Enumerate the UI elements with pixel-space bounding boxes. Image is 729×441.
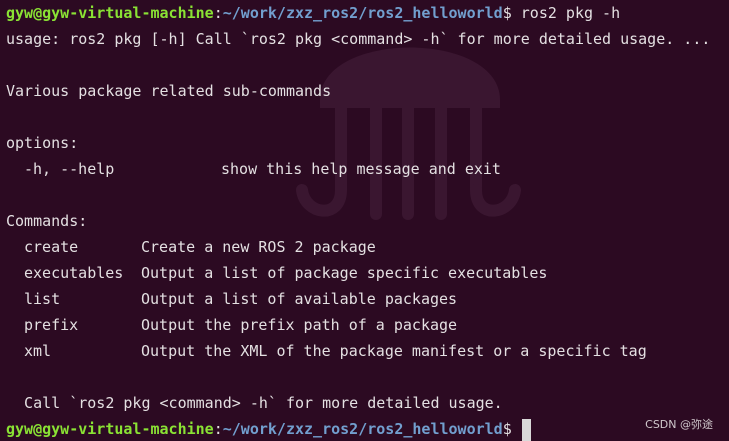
- csdn-watermark: CSDN @弥途: [645, 418, 713, 431]
- description-line: Various package related sub-commands: [6, 82, 332, 100]
- command-row: executables Output a list of package spec…: [6, 260, 729, 286]
- command-name: create: [24, 238, 79, 256]
- command-row: prefix Output the prefix path of a packag…: [6, 312, 729, 338]
- command-row: list Output a list of available packages: [6, 286, 729, 312]
- command-text: Create a new ROS 2 package: [141, 238, 376, 256]
- option-flag: -h, --help: [24, 160, 115, 178]
- option-row: -h, --help show this help message and exi…: [6, 156, 729, 182]
- command-name: list: [24, 290, 61, 308]
- terminal-output: gyw@gyw-virtual-machine:~/work/zxz_ros2/…: [6, 0, 729, 441]
- prompt-user-host: gyw@gyw-virtual-machine: [6, 4, 214, 22]
- options-heading: options:: [6, 134, 79, 152]
- prompt-path: ~/work/zxz_ros2/ros2_helloworld: [222, 4, 503, 22]
- option-text: show this help message and exit: [221, 160, 501, 178]
- prompt-line: gyw@gyw-virtual-machine:~/work/zxz_ros2/…: [6, 0, 729, 26]
- prompt-user-host: gyw@gyw-virtual-machine: [6, 420, 214, 438]
- commands-heading: Commands:: [6, 212, 88, 230]
- footer-usage-line: Call `ros2 pkg <command> -h` for more de…: [6, 394, 503, 412]
- prompt-line-current[interactable]: gyw@gyw-virtual-machine:~/work/zxz_ros2/…: [6, 416, 729, 441]
- prompt-path: ~/work/zxz_ros2/ros2_helloworld: [222, 420, 503, 438]
- prompt-command: ros2 pkg -h: [511, 4, 621, 22]
- command-name: executables: [24, 264, 124, 282]
- command-text: Output a list of package specific execut…: [141, 264, 548, 282]
- prompt-colon: :: [213, 420, 223, 438]
- command-text: Output a list of available packages: [141, 290, 458, 308]
- prompt-colon: :: [213, 4, 223, 22]
- usage-line: usage: ros2 pkg [-h] Call `ros2 pkg <com…: [6, 30, 711, 48]
- prompt-symbol: $: [502, 4, 512, 22]
- command-row: create Create a new ROS 2 package: [6, 234, 729, 260]
- prompt-symbol: $: [502, 420, 512, 438]
- terminal-window[interactable]: gyw@gyw-virtual-machine:~/work/zxz_ros2/…: [0, 0, 729, 441]
- command-row: xml Output the XML of the package manifes…: [6, 338, 729, 364]
- block-cursor-icon: [521, 418, 531, 441]
- command-text: Output the XML of the package manifest o…: [141, 342, 647, 360]
- command-name: prefix: [24, 316, 79, 334]
- command-name: xml: [24, 342, 52, 360]
- command-text: Output the prefix path of a package: [141, 316, 458, 334]
